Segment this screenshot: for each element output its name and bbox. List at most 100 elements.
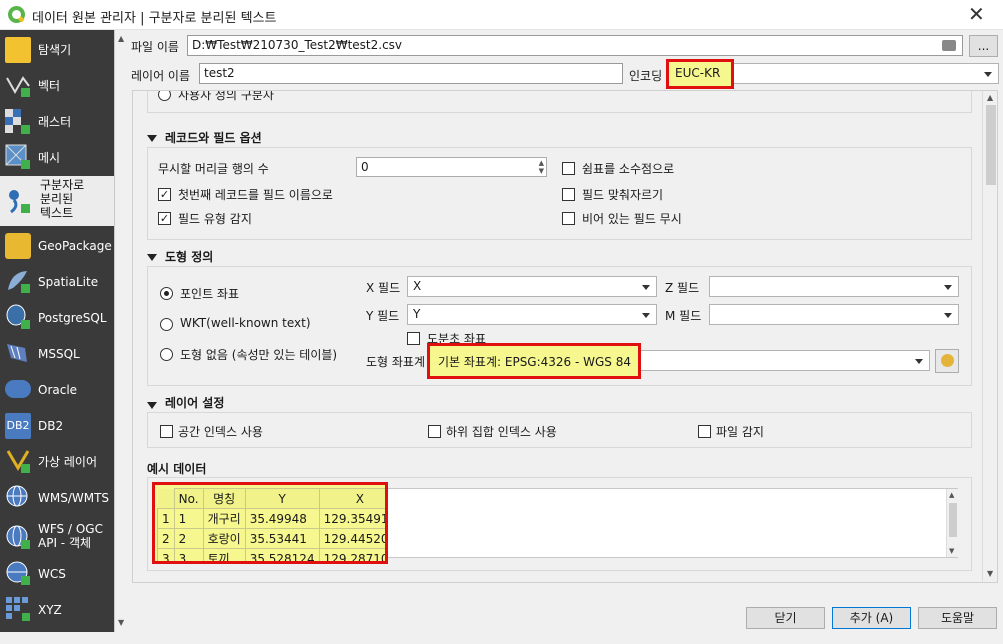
sidebar-item-wms[interactable]: WMS/WMTS (0, 480, 114, 516)
dms-checkbox[interactable] (407, 332, 420, 345)
collapse-arrow-icon[interactable] (147, 402, 157, 409)
column-header[interactable]: No. (173, 488, 204, 509)
table-cell: 129.445204 (318, 528, 385, 549)
x-field-select[interactable]: X (407, 276, 657, 297)
wms-icon (6, 485, 28, 507)
decimal-comma-checkbox[interactable] (562, 162, 575, 175)
scroll-up-arrow-icon[interactable]: ▲ (987, 93, 993, 102)
sidebar-item-virtual-layer[interactable]: 가상 레이어 (0, 444, 114, 480)
trim-fields-label: 필드 맞춰자르기 (582, 188, 664, 202)
table-cell: 35.528124 (244, 548, 320, 561)
z-field-select[interactable] (709, 276, 959, 297)
column-header[interactable]: Y (244, 488, 320, 509)
y-field-select[interactable]: Y (407, 304, 657, 325)
layer-settings-group: 공간 인덱스 사용 하위 집합 인덱스 사용 파일 감지 (147, 412, 972, 448)
chevron-down-icon (642, 313, 650, 318)
add-button[interactable]: 추가 (A) (832, 607, 911, 629)
sidebar-item-wfs[interactable]: WFS / OGC API - 객체 (0, 516, 114, 560)
sidebar-item-geopackage[interactable]: GeoPackage (0, 228, 114, 264)
scroll-down-arrow-icon[interactable]: ▼ (987, 569, 993, 578)
clear-icon[interactable] (942, 40, 956, 51)
table-row: 2 2 호랑이 35.53441 129.445204 (157, 528, 385, 549)
table-cell: 129.35491 (318, 508, 385, 529)
custom-delimiter-radio[interactable] (158, 91, 171, 101)
records-group: 무시할 머리글 행의 수 0 ▲ ▼ ✓ 첫번째 레코드를 필드 이름으로 ✓ 필… (147, 147, 972, 240)
crs-selector-button[interactable] (935, 349, 959, 373)
no-geometry-label: 도형 없음 (속성만 있는 테이블) (180, 348, 338, 362)
detect-types-checkbox[interactable]: ✓ (158, 212, 171, 225)
close-button[interactable]: 닫기 (746, 607, 825, 629)
table-cell: 1 (173, 508, 204, 529)
scroll-up-arrow-icon[interactable]: ▲ (118, 34, 124, 43)
point-coords-label: 포인트 좌표 (180, 287, 240, 301)
sidebar-item-xyz[interactable]: XYZ (0, 592, 114, 628)
wfs-icon (6, 525, 30, 549)
skip-header-spinbox[interactable]: 0 ▲ ▼ (356, 157, 547, 177)
options-scrollbar[interactable]: ▲ ▼ (982, 91, 997, 582)
browse-button[interactable]: ... (969, 35, 998, 57)
qgis-logo-icon (8, 6, 25, 23)
scroll-down-arrow-icon[interactable]: ▼ (118, 618, 124, 627)
sidebar-item-db2[interactable]: DB2 DB2 (0, 408, 114, 444)
trim-fields-checkbox[interactable] (562, 188, 575, 201)
column-header[interactable]: X (318, 488, 385, 509)
subset-index-checkbox[interactable] (428, 425, 441, 438)
collapse-arrow-icon[interactable] (147, 135, 157, 142)
sidebar-item-spatialite[interactable]: SpatiaLite (0, 264, 114, 300)
oracle-icon (5, 380, 31, 398)
mssql-icon (7, 344, 27, 362)
sidebar-item-wcs[interactable]: WCS (0, 556, 114, 592)
x-field-value: X (413, 279, 422, 293)
scroll-up-arrow-icon[interactable]: ▲ (949, 491, 954, 499)
subset-index-label: 하위 집합 인덱스 사용 (446, 425, 557, 439)
help-button[interactable]: 도움말 (918, 607, 997, 629)
sidebar-item-delimited-text[interactable]: 구분자로 분리된 텍스트 (0, 176, 114, 226)
point-coords-radio[interactable] (160, 287, 173, 300)
scroll-thumb[interactable] (986, 105, 996, 185)
chevron-down-icon (984, 72, 992, 77)
first-record-names-label: 첫번째 레코드를 필드 이름으로 (178, 188, 333, 202)
collapse-arrow-icon[interactable] (147, 254, 157, 261)
sidebar-item-browser[interactable]: 탐색기 (0, 32, 114, 68)
chevron-down-icon (915, 359, 923, 364)
sample-scrollbar[interactable]: ▲ ▼ (946, 489, 958, 557)
scroll-down-arrow-icon[interactable]: ▼ (949, 547, 954, 555)
delimited-text-icon (9, 190, 30, 214)
encoding-highlight: EUC-KR (666, 59, 734, 89)
wkt-radio[interactable] (160, 318, 173, 331)
sidebar-item-oracle[interactable]: Oracle (0, 372, 114, 408)
close-window-button[interactable]: ✕ (968, 2, 985, 26)
no-geometry-radio[interactable] (160, 348, 173, 361)
discard-empty-checkbox[interactable] (562, 212, 575, 225)
sidebar-item-mssql[interactable]: MSSQL (0, 336, 114, 372)
spin-arrows-icon[interactable]: ▲ ▼ (539, 159, 544, 175)
chevron-down-icon (642, 285, 650, 290)
globe-icon (941, 354, 954, 367)
custom-delimiter-label: 사용자 정의 구분자 (178, 90, 274, 102)
source-sidebar: 탐색기 벡터 래스터 메시 구분자로 분리된 텍스트 GeoPackage Sp… (0, 30, 114, 632)
m-field-select[interactable] (709, 304, 959, 325)
sidebar-splitter[interactable]: ▲ ▼ (114, 30, 128, 632)
first-record-names-checkbox[interactable]: ✓ (158, 188, 171, 201)
spatial-index-checkbox[interactable] (160, 425, 173, 438)
sample-section-title: 예시 데이터 (147, 462, 207, 476)
window-title: 데이터 원본 관리자 | 구분자로 분리된 텍스트 (32, 11, 277, 26)
scroll-thumb[interactable] (949, 503, 957, 537)
sidebar-item-vector[interactable]: 벡터 (0, 68, 114, 104)
folder-icon (5, 37, 31, 63)
y-field-value: Y (413, 307, 421, 321)
m-field-label: M 필드 (665, 309, 702, 323)
watch-file-checkbox[interactable] (698, 425, 711, 438)
file-name-input[interactable]: D:₩Test₩210730_Test2₩test2.csv (187, 35, 963, 56)
encoding-label: 인코딩 (629, 69, 663, 83)
sidebar-item-raster[interactable]: 래스터 (0, 104, 114, 140)
table-cell: 129.287104 (318, 548, 385, 561)
virtual-layer-icon (6, 450, 30, 473)
raster-icon (5, 109, 30, 134)
sidebar-item-postgresql[interactable]: PostgreSQL (0, 300, 114, 336)
table-cell: 35.49948 (244, 508, 320, 529)
mesh-icon (5, 144, 30, 169)
layer-name-input[interactable]: test2 (199, 63, 623, 84)
column-header[interactable]: 명칭 (202, 488, 246, 509)
sidebar-item-mesh[interactable]: 메시 (0, 140, 114, 176)
